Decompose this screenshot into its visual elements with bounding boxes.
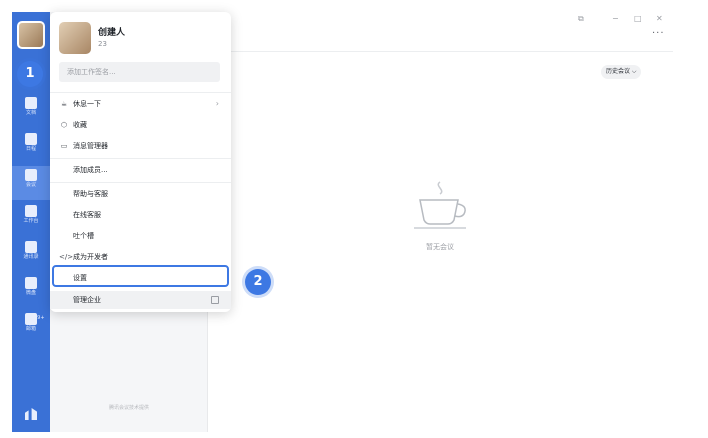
message-icon: ▭ xyxy=(60,142,68,150)
settings-highlight-box xyxy=(52,265,229,287)
callout-one: 1 xyxy=(17,61,43,87)
callout-two: 2 xyxy=(245,269,271,295)
rail-item-drive[interactable]: 微盘 xyxy=(12,274,50,308)
maximize-icon[interactable]: □ xyxy=(634,14,642,23)
more-options-icon[interactable]: ··· xyxy=(652,28,665,39)
pin-icon[interactable]: ⧉ xyxy=(578,14,584,24)
rail-item-calendar[interactable]: 日程 xyxy=(12,130,50,164)
rail-item-label: 通讯录 xyxy=(23,254,39,260)
mail-badge: 99+ xyxy=(34,315,45,321)
divider xyxy=(50,182,231,183)
coffee-cup-icon xyxy=(414,181,466,229)
external-link-icon xyxy=(211,296,219,304)
box-icon: ⬡ xyxy=(60,121,68,129)
calendar-icon xyxy=(25,133,37,145)
user-name: 创建人 xyxy=(98,28,126,38)
menu-item-label: 添加成员... xyxy=(73,166,108,174)
code-icon: </> xyxy=(59,253,74,261)
minimize-icon[interactable]: − xyxy=(612,14,619,23)
app-window: 腾讯会议技术提供 ⧉ − □ ✕ ··· 历史会议 ⌵ 暂无会议 文档 日程 会… xyxy=(0,0,708,438)
empty-state-text: 暂无会议 xyxy=(426,243,454,251)
company-icon[interactable] xyxy=(25,408,37,420)
avatar[interactable] xyxy=(17,21,45,49)
contacts-icon xyxy=(25,241,37,253)
menu-item-developer[interactable]: </> 成为开发者 xyxy=(50,248,231,266)
rail-item-workbench[interactable]: 工作台 xyxy=(12,202,50,236)
menu-item-favorites[interactable]: ⬡ 收藏 xyxy=(50,116,231,134)
menu-item-message-manager[interactable]: ▭ 消息管理器 xyxy=(50,137,231,155)
workbench-icon xyxy=(25,205,37,217)
menu-item-online-service[interactable]: 在线客服 xyxy=(50,206,231,224)
menu-item-take-a-break[interactable]: ☕ 休息一下 › xyxy=(50,95,231,113)
rail-item-docs[interactable]: 文档 xyxy=(12,94,50,128)
top-bar xyxy=(208,12,673,52)
divider xyxy=(50,92,231,93)
rail-item-label: 文档 xyxy=(25,110,36,116)
close-icon[interactable]: ✕ xyxy=(656,14,663,23)
rail-item-label: 邮箱 xyxy=(25,326,36,332)
coffee-icon: ☕ xyxy=(60,100,68,108)
menu-item-label: 收藏 xyxy=(73,121,87,129)
menu-item-label: 吐个槽 xyxy=(73,232,94,240)
menu-item-label: 消息管理器 xyxy=(73,142,108,150)
menu-item-manage-enterprise[interactable]: 管理企业 xyxy=(50,291,231,309)
avatar[interactable] xyxy=(59,22,91,54)
rail-item-label: 会议 xyxy=(25,182,36,188)
status-input[interactable]: 添加工作签名... xyxy=(59,62,220,82)
history-meetings-button[interactable]: 历史会议 ⌵ xyxy=(601,65,642,79)
menu-item-label: 成为开发者 xyxy=(73,253,108,261)
docs-icon xyxy=(25,97,37,109)
drive-icon xyxy=(25,277,37,289)
menu-item-label: 在线客服 xyxy=(73,211,101,219)
menu-item-feedback[interactable]: 吐个槽 xyxy=(50,227,231,245)
menu-item-help[interactable]: 帮助与客服 xyxy=(50,185,231,203)
rail-item-contacts[interactable]: 通讯录 xyxy=(12,238,50,272)
rail-item-label: 微盘 xyxy=(25,290,36,296)
menu-item-label: 休息一下 xyxy=(73,100,101,108)
panel-footer-text: 腾讯会议技术提供 xyxy=(108,405,149,411)
user-subtitle: 23 xyxy=(98,40,107,48)
rail-item-label: 工作台 xyxy=(23,218,39,224)
menu-item-label: 管理企业 xyxy=(73,296,101,304)
divider xyxy=(50,158,231,159)
chevron-right-icon: › xyxy=(215,99,219,108)
rail-item-label: 日程 xyxy=(25,146,36,152)
menu-item-add-member[interactable]: 添加成员... xyxy=(50,161,231,179)
menu-item-label: 帮助与客服 xyxy=(73,190,108,198)
meeting-icon xyxy=(25,169,37,181)
rail-item-meeting[interactable]: 会议 xyxy=(12,166,50,200)
